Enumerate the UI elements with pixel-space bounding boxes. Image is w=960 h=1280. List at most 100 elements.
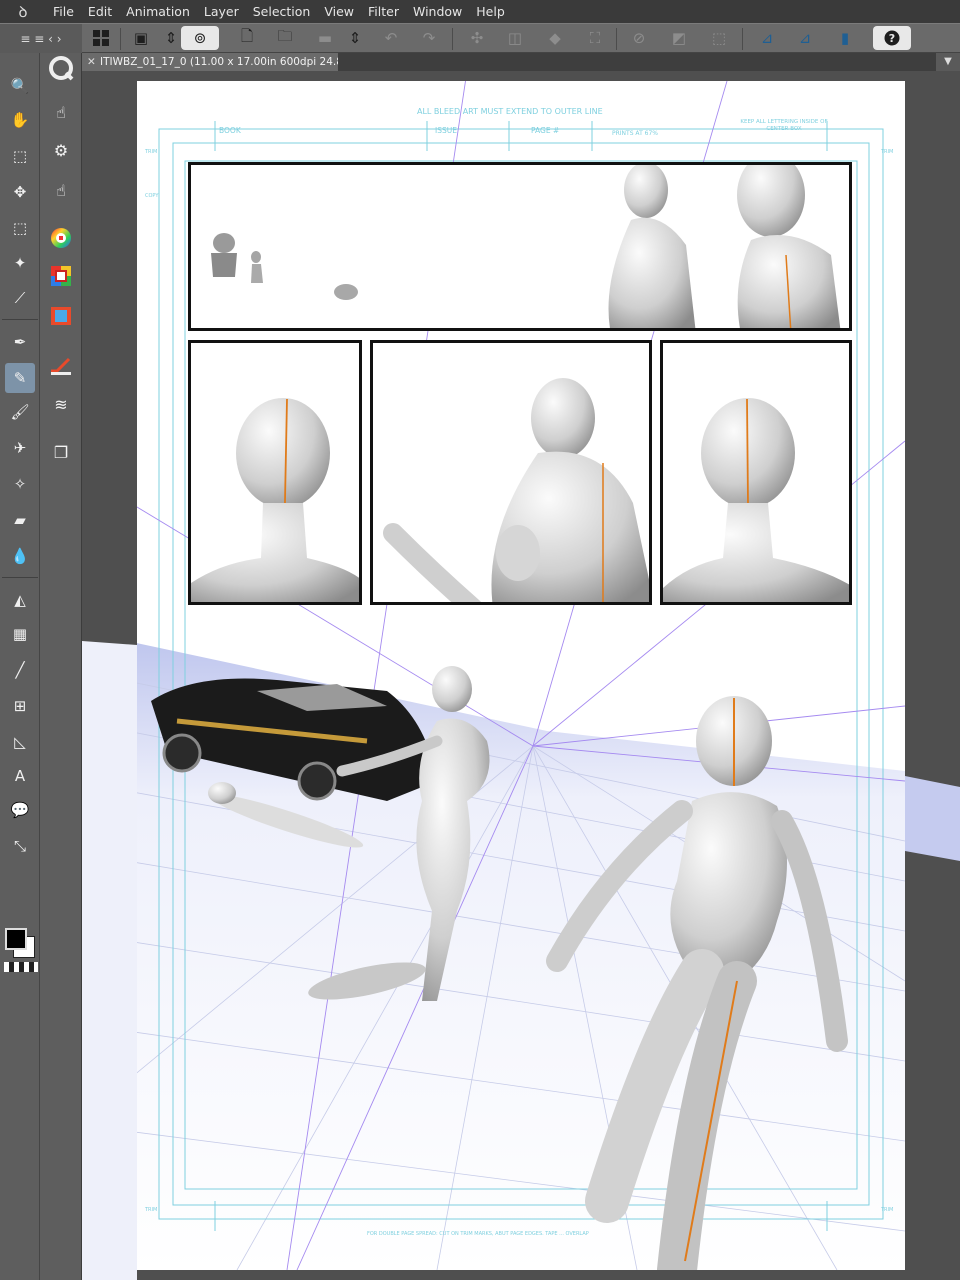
separator bbox=[616, 28, 617, 50]
brush-icon[interactable]: 🖌 bbox=[5, 397, 35, 427]
sub-tool-detail-icon[interactable]: ☝ bbox=[46, 97, 76, 127]
airbrush-icon[interactable]: ✈ bbox=[5, 433, 35, 463]
menu-selection[interactable]: Selection bbox=[246, 0, 318, 23]
comic-panel-4[interactable] bbox=[660, 340, 852, 605]
move-layer-icon[interactable]: ✥ bbox=[5, 177, 35, 207]
new-file-icon[interactable]: 🗋 bbox=[234, 26, 260, 50]
selection-area-icon[interactable]: ⬚ bbox=[5, 213, 35, 243]
zoom-icon[interactable]: 🔍 bbox=[5, 71, 35, 101]
text-icon[interactable]: A bbox=[5, 761, 35, 791]
panel-3-art bbox=[383, 378, 649, 602]
separator bbox=[452, 28, 453, 50]
menu-edit[interactable]: Edit bbox=[81, 0, 119, 23]
menu-file[interactable]: File bbox=[46, 0, 81, 23]
document-title: ITIWBZ_01_17_0 (11.00 x 17.00in 600dpi 2… bbox=[100, 56, 338, 68]
pencil-icon[interactable]: ✎ bbox=[5, 363, 35, 393]
layout-grid-icon[interactable] bbox=[88, 26, 114, 50]
app-logo-icon[interactable]: ꝺ bbox=[0, 2, 46, 22]
menu-filter[interactable]: Filter bbox=[361, 0, 406, 23]
selection-border-icon[interactable]: ⬚ bbox=[706, 26, 732, 50]
canvas-area[interactable]: ALL BLEED ART MUST EXTEND TO OUTER LINE … bbox=[82, 71, 960, 1280]
hand-icon[interactable]: ✋ bbox=[5, 105, 35, 135]
brush-size-icon[interactable]: ☝ bbox=[46, 175, 76, 205]
save-stepper-icon[interactable]: ⇕ bbox=[342, 26, 368, 50]
color-set-icon[interactable] bbox=[46, 261, 76, 291]
tab-dropdown-icon[interactable]: ▼ bbox=[936, 53, 960, 71]
page-guide-label: PAGE # bbox=[531, 126, 560, 135]
tool-property-icon[interactable]: ⚙ bbox=[46, 135, 76, 165]
panel-1-art bbox=[211, 165, 841, 328]
open-folder-icon[interactable]: 🗀 bbox=[272, 26, 298, 50]
auto-select-icon[interactable]: ✦ bbox=[5, 248, 35, 278]
layer-property-icon[interactable] bbox=[46, 351, 76, 381]
fill-bucket-icon[interactable]: ◭ bbox=[5, 585, 35, 615]
color-wheel-icon[interactable] bbox=[46, 223, 76, 253]
quick-access-icon[interactable] bbox=[46, 53, 76, 83]
panel-collapse-chevrons-icon[interactable]: ≡ ≡ ‹ › bbox=[0, 24, 82, 54]
comic-panel-1[interactable] bbox=[188, 162, 852, 331]
balloon-icon[interactable]: 💬 bbox=[5, 795, 35, 825]
transparent-color-swatch[interactable] bbox=[4, 962, 38, 972]
foreground-color-swatch[interactable] bbox=[5, 928, 27, 950]
material-icon[interactable]: ❐ bbox=[46, 437, 76, 467]
close-tab-icon[interactable]: ✕ bbox=[87, 53, 96, 71]
menu-layer[interactable]: Layer bbox=[197, 0, 246, 23]
document-tab-bar: ✕ ITIWBZ_01_17_0 (11.00 x 17.00in 600dpi… bbox=[82, 53, 960, 71]
clear-icon[interactable]: ◆ bbox=[542, 26, 568, 50]
special-ruler-icon[interactable]: ⊿ bbox=[792, 26, 818, 50]
menu-help[interactable]: Help bbox=[469, 0, 512, 23]
menu-animation[interactable]: Animation bbox=[119, 0, 197, 23]
pen-icon[interactable]: ✒ bbox=[5, 327, 35, 357]
menu-bar: ꝺ File Edit Animation Layer Selection Vi… bbox=[0, 0, 960, 23]
transform-icon[interactable]: ✣ bbox=[464, 26, 490, 50]
sub-tool-palette: ☝ ⚙ ☝ ≋ ❐ bbox=[40, 53, 82, 1280]
panel-2-art bbox=[191, 398, 359, 602]
operation-icon[interactable]: ⬚ bbox=[5, 141, 35, 171]
save-icon[interactable]: ▬ bbox=[312, 26, 338, 50]
separator bbox=[2, 319, 38, 320]
document-tab[interactable]: ✕ ITIWBZ_01_17_0 (11.00 x 17.00in 600dpi… bbox=[82, 53, 338, 71]
redo-icon[interactable]: ↷ bbox=[416, 26, 442, 50]
eyedropper-icon[interactable]: ⟋ bbox=[5, 283, 35, 313]
trim-guide-label-top-right: TRIM bbox=[881, 149, 894, 155]
prints-guide-label: PRINTS AT 67% bbox=[612, 130, 658, 137]
undo-icon[interactable]: ↶ bbox=[378, 26, 404, 50]
bottom-guide-text: FOR DOUBLE PAGE SPREAD: CUT ON TRIM MARK… bbox=[367, 1231, 589, 1237]
trim-guide-label-bottom-right: TRIM bbox=[881, 1207, 894, 1213]
gradient-icon[interactable]: ▦ bbox=[5, 619, 35, 649]
eraser-icon[interactable]: ▰ bbox=[5, 505, 35, 535]
frame-border-icon[interactable]: ⊞ bbox=[5, 691, 35, 721]
crop-icon[interactable]: ⛶ bbox=[582, 26, 608, 50]
grid-snap-icon[interactable]: ▮ bbox=[832, 26, 858, 50]
comic-panel-3[interactable] bbox=[370, 340, 652, 605]
menu-window[interactable]: Window bbox=[406, 0, 469, 23]
svg-text:?: ? bbox=[889, 32, 895, 45]
trim-guide-label-bottom-left: TRIM bbox=[145, 1207, 158, 1213]
comic-panel-2[interactable] bbox=[188, 340, 362, 605]
settings-card-icon[interactable]: ▣ bbox=[128, 26, 154, 50]
blend-icon[interactable]: 💧 bbox=[5, 541, 35, 571]
help-icon[interactable]: ? bbox=[873, 26, 911, 50]
decoration-icon[interactable]: ✧ bbox=[5, 469, 35, 499]
book-guide-label: BOOK bbox=[219, 126, 241, 135]
fill-icon[interactable]: ◫ bbox=[502, 26, 528, 50]
ruler-snap-icon[interactable]: ⊿ bbox=[754, 26, 780, 50]
invert-selection-icon[interactable]: ◩ bbox=[666, 26, 692, 50]
bleed-guide-text: ALL BLEED ART MUST EXTEND TO OUTER LINE bbox=[417, 107, 603, 116]
animation-timeline-icon[interactable] bbox=[46, 301, 76, 331]
line-icon[interactable]: ╱ bbox=[5, 655, 35, 685]
trim-guide-label-top-left: TRIM bbox=[145, 149, 158, 155]
correct-line-icon[interactable]: ⤡ bbox=[5, 831, 35, 861]
color-well[interactable] bbox=[4, 928, 38, 974]
lettering-guide-label: KEEP ALL LETTERING INSIDE OF CENTER BOX bbox=[740, 119, 828, 132]
hide-selection-icon[interactable]: ⊘ bbox=[626, 26, 652, 50]
tool-palette: 🔍 ✋ ⬚ ✥ ⬚ ✦ ⟋ ✒ ✎ 🖌 ✈ ✧ ▰ 💧 ◭ ▦ ╱ ⊞ ◺ A … bbox=[0, 53, 40, 1280]
app-window: ꝺ File Edit Animation Layer Selection Vi… bbox=[0, 0, 960, 1280]
separator bbox=[742, 28, 743, 50]
manga-page[interactable]: ALL BLEED ART MUST EXTEND TO OUTER LINE … bbox=[137, 81, 905, 1270]
cloud-sync-icon[interactable]: ⊚ bbox=[181, 26, 219, 50]
menu-view[interactable]: View bbox=[317, 0, 361, 23]
separator bbox=[2, 577, 38, 578]
ruler-icon[interactable]: ◺ bbox=[5, 727, 35, 757]
layers-icon[interactable]: ≋ bbox=[46, 389, 76, 419]
